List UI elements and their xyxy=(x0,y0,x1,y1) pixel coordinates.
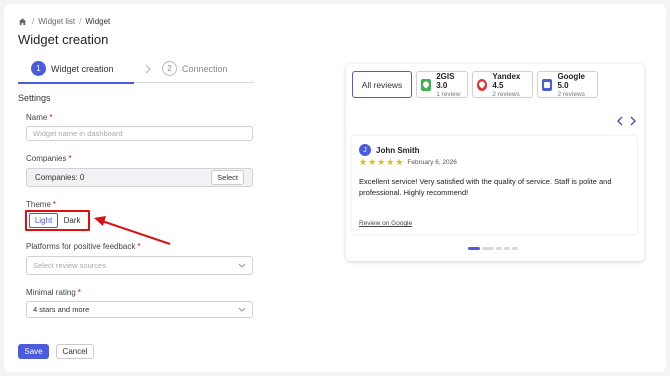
tab-2gis-count: 1 review xyxy=(436,90,461,98)
pagination-dot[interactable] xyxy=(496,247,502,250)
star-icon: ★ xyxy=(395,157,404,167)
step-label: Widget creation xyxy=(51,63,114,74)
theme-dark-button[interactable]: Dark xyxy=(58,213,86,228)
active-step-indicator xyxy=(18,82,134,84)
platforms-label-text: Platforms for positive feedback xyxy=(26,242,136,251)
required-mark: * xyxy=(52,200,57,209)
theme-light-button[interactable]: Light xyxy=(29,213,59,228)
rating-label-text: Minimal rating xyxy=(26,288,76,297)
breadcrumb-current: Widget xyxy=(85,17,111,26)
rating-value: 4 stars and more xyxy=(33,305,90,314)
tab-2gis-name: 2GIS 3.0 xyxy=(436,71,455,90)
rating-label: Minimal rating * xyxy=(26,288,81,297)
review-meta: ★ ★ ★ ★ ★ February 6, 2026 xyxy=(359,158,457,167)
theme-toggle-highlight: Light Dark xyxy=(25,210,90,231)
breadcrumb-separator: / xyxy=(32,17,35,26)
minimal-rating-select[interactable]: 4 stars and more xyxy=(26,301,253,318)
widget-preview: All reviews 2GIS 3.0 1 review Yandex 4.5… xyxy=(346,64,644,261)
theme-label-text: Theme xyxy=(26,200,51,209)
tab-google-count: 2 reviews xyxy=(557,90,585,98)
star-rating: ★ ★ ★ ★ ★ xyxy=(359,158,403,167)
pagination-dot[interactable] xyxy=(504,247,510,250)
review-date: February 6, 2026 xyxy=(407,159,457,166)
chevron-right-icon[interactable] xyxy=(630,116,637,126)
breadcrumb-separator: / xyxy=(79,17,82,26)
star-icon: ★ xyxy=(368,157,377,167)
review-text: Excellent service! Very satisfied with t… xyxy=(359,177,612,197)
star-icon: ★ xyxy=(359,157,368,167)
carousel-nav xyxy=(616,116,637,126)
chevron-down-icon xyxy=(238,263,246,268)
yandex-logo-icon xyxy=(477,78,488,91)
tab-yandex[interactable]: Yandex 4.5 2 reviews xyxy=(472,71,533,98)
step-widget-creation[interactable]: 1 Widget creation xyxy=(31,61,114,76)
pagination-dot[interactable] xyxy=(482,247,494,250)
companies-count: Companies: 0 xyxy=(35,173,85,182)
2gis-logo-icon xyxy=(421,78,432,91)
step-number: 2 xyxy=(162,61,177,76)
widget-name-placeholder: Widget name in dashboard xyxy=(33,129,123,138)
tab-google-name: Google 5.0 xyxy=(557,71,585,90)
save-button[interactable]: Save xyxy=(18,344,49,359)
name-label: Name * xyxy=(26,113,52,122)
breadcrumb-widget-list[interactable]: Widget list xyxy=(38,17,75,26)
stepper: 1 Widget creation 2 Connection xyxy=(18,59,254,84)
review-source-tabs: All reviews 2GIS 3.0 1 review Yandex 4.5… xyxy=(352,71,598,98)
breadcrumb: / Widget list / Widget xyxy=(18,17,110,26)
platforms-placeholder: Select review sources xyxy=(33,261,106,270)
review-author: John Smith xyxy=(376,145,420,155)
home-icon[interactable] xyxy=(18,17,27,26)
chevron-right-icon xyxy=(145,64,151,74)
widget-name-input[interactable]: Widget name in dashboard xyxy=(26,126,253,141)
companies-label-text: Companies xyxy=(26,154,67,163)
platforms-label: Platforms for positive feedback * xyxy=(26,242,141,251)
chevron-left-icon[interactable] xyxy=(616,116,623,126)
name-label-text: Name xyxy=(26,113,48,122)
star-icon: ★ xyxy=(377,157,386,167)
chevron-down-icon xyxy=(238,307,246,312)
companies-field: Companies: 0 Select xyxy=(26,168,253,187)
step-label: Connection xyxy=(182,63,228,74)
companies-label: Companies * xyxy=(26,154,72,163)
review-header: J John Smith xyxy=(359,144,420,156)
tab-yandex-count: 2 reviews xyxy=(492,90,520,98)
page-title: Widget creation xyxy=(18,32,109,47)
platforms-select[interactable]: Select review sources xyxy=(26,256,253,275)
step-connection[interactable]: 2 Connection xyxy=(162,61,228,76)
required-mark: * xyxy=(68,154,72,163)
theme-label: Theme * xyxy=(26,200,56,209)
required-mark: * xyxy=(77,288,81,297)
avatar: J xyxy=(359,144,371,156)
carousel-pagination xyxy=(468,247,518,250)
required-mark: * xyxy=(49,113,53,122)
page-container: / Widget list / Widget Widget creation 1… xyxy=(4,4,666,372)
tab-yandex-name: Yandex 4.5 xyxy=(492,71,521,90)
review-card: J John Smith ★ ★ ★ ★ ★ February 6, 2026 … xyxy=(352,136,637,234)
select-companies-button[interactable]: Select xyxy=(211,170,244,185)
step-number: 1 xyxy=(31,61,46,76)
tab-google[interactable]: Google 5.0 2 reviews xyxy=(537,71,598,98)
tab-2gis[interactable]: 2GIS 3.0 1 review xyxy=(416,71,468,98)
tab-all-reviews[interactable]: All reviews xyxy=(352,71,412,98)
review-source-link[interactable]: Review on Google xyxy=(359,220,412,227)
google-logo-icon xyxy=(542,78,553,91)
settings-title: Settings xyxy=(18,93,51,103)
pagination-dot[interactable] xyxy=(512,247,518,250)
required-mark: * xyxy=(137,242,141,251)
cancel-button[interactable]: Cancel xyxy=(56,344,94,359)
pagination-dot-active[interactable] xyxy=(468,247,480,250)
star-icon: ★ xyxy=(386,157,395,167)
